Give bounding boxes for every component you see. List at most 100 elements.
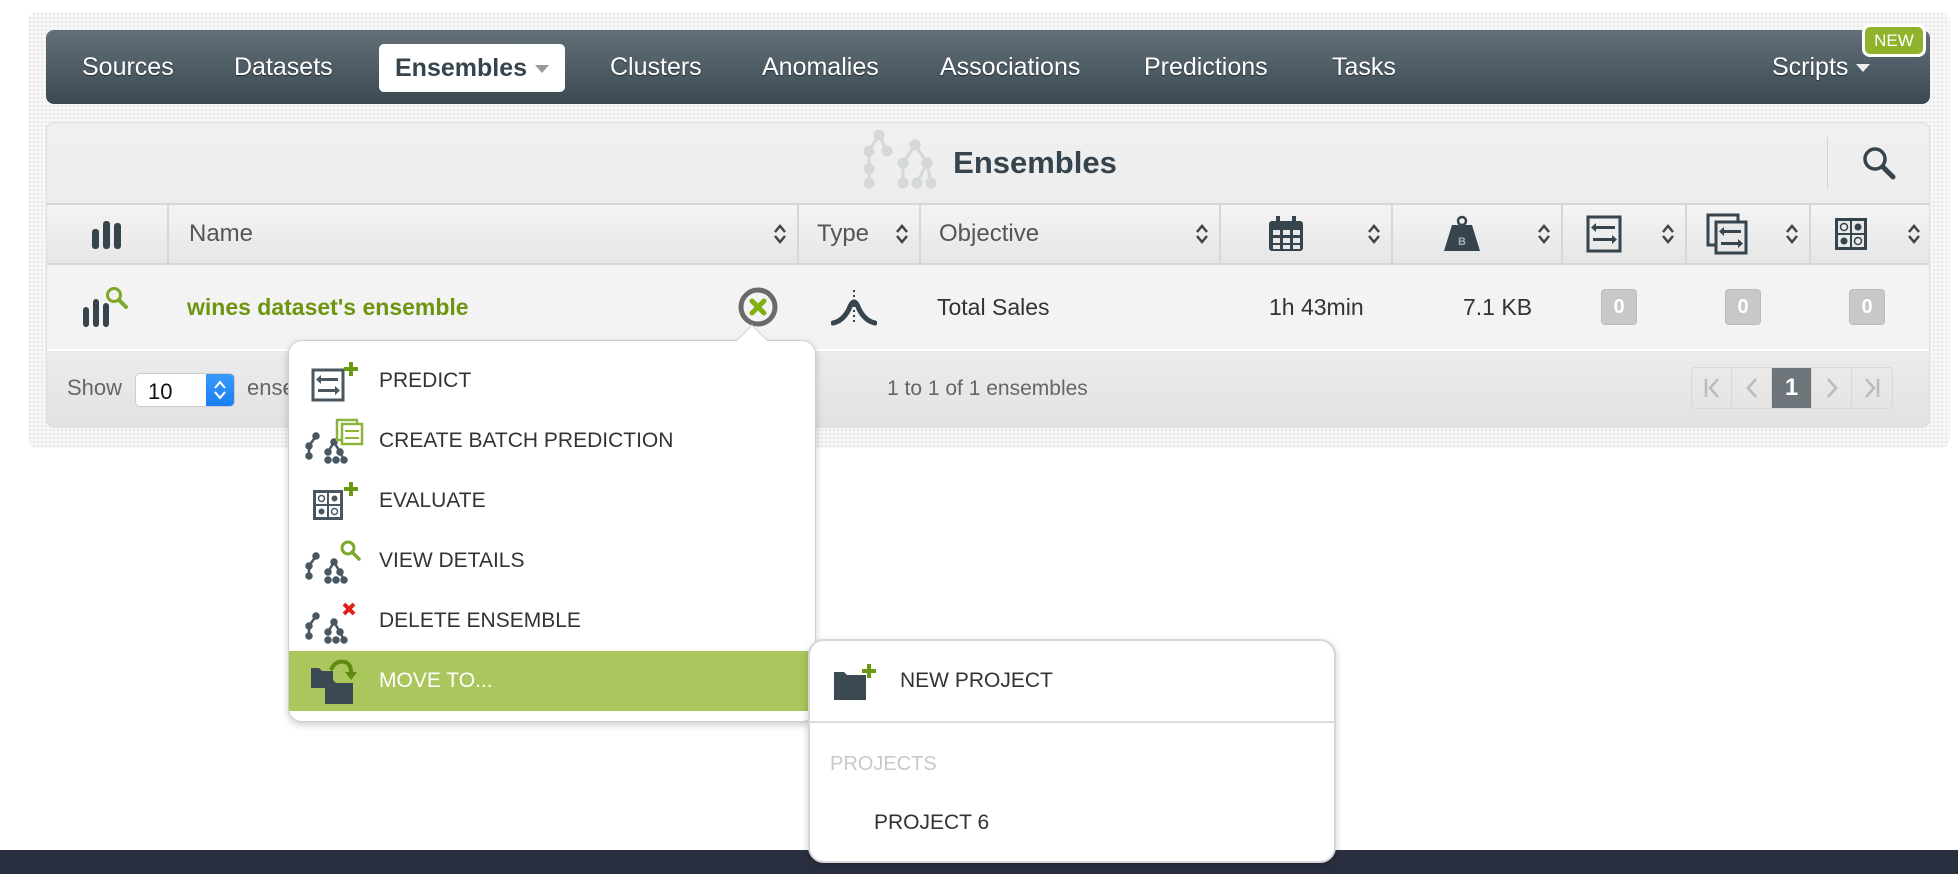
column-label: Type	[817, 220, 870, 247]
column-selector[interactable]	[47, 205, 169, 263]
last-page-button[interactable]	[1852, 368, 1892, 408]
batch-predictions-count-cell: 0	[1725, 265, 1761, 349]
menu-item-label: PREDICT	[379, 369, 472, 392]
nav-sources[interactable]: Sources	[82, 30, 174, 104]
first-page-button[interactable]	[1692, 368, 1732, 408]
nav-label: Tasks	[1332, 52, 1396, 81]
menu-item-label: DELETE ENSEMBLE	[379, 609, 581, 632]
caret-down-icon	[535, 65, 550, 73]
batch-prediction-icon	[289, 418, 379, 464]
count-badge[interactable]: 0	[1849, 289, 1885, 325]
nav-ensembles[interactable]: Ensembles	[379, 44, 566, 92]
bar-chart-search-icon	[83, 287, 128, 327]
nav-datasets[interactable]: Datasets	[234, 30, 333, 104]
sort-icon	[1195, 223, 1209, 252]
page-size-select[interactable]: 10	[135, 373, 235, 407]
next-page-button[interactable]	[1812, 368, 1852, 408]
prev-page-button[interactable]	[1732, 368, 1772, 408]
table-row[interactable]: wines dataset's ensemble Total Sales 1h …	[47, 265, 1929, 351]
search-button[interactable]	[1827, 137, 1929, 189]
ensemble-name-link[interactable]: wines dataset's ensemble	[187, 294, 469, 321]
column-label: Objective	[939, 220, 1040, 247]
show-label: Show	[67, 375, 123, 400]
nav-label: Datasets	[234, 52, 333, 81]
ensemble-icon	[859, 129, 943, 197]
chevron-right-icon	[1826, 378, 1838, 398]
select-arrows-icon	[206, 374, 234, 406]
nav-scripts[interactable]: Scripts	[1772, 30, 1871, 104]
delete-icon	[289, 598, 379, 644]
menu-item-move-to[interactable]: MOVE TO...	[289, 651, 815, 711]
last-page-icon	[1865, 378, 1880, 398]
nav-label: Sources	[82, 52, 174, 81]
size-value: 7.1 KB	[1463, 293, 1533, 320]
evaluation-icon	[1835, 218, 1867, 250]
move-to-submenu: NEW PROJECT PROJECTS PROJECT 6	[808, 639, 1336, 863]
column-name[interactable]: Name	[169, 205, 799, 263]
sort-icon	[773, 223, 787, 252]
nav-label: Predictions	[1144, 52, 1268, 81]
menu-item-evaluate[interactable]: EVALUATE	[289, 471, 815, 531]
sort-icon	[1661, 223, 1675, 252]
objective-value: Total Sales	[937, 293, 1050, 320]
column-evaluations[interactable]	[1811, 205, 1929, 263]
search-icon	[1862, 147, 1895, 180]
new-project-button[interactable]: NEW PROJECT	[810, 641, 1334, 723]
nav-label: Associations	[940, 52, 1081, 81]
regression-icon	[831, 290, 877, 326]
sort-icon	[1537, 223, 1551, 252]
svg-text:B: B	[1458, 236, 1466, 248]
nav-associations[interactable]: Associations	[940, 30, 1080, 104]
sort-icon	[1367, 223, 1381, 252]
sort-icon	[1907, 223, 1921, 252]
sort-icon	[1785, 223, 1799, 252]
predict-icon	[289, 360, 379, 402]
nav-label: Scripts	[1772, 52, 1849, 81]
actions-context-menu: PREDICT CREATE BATCH PREDICTION EVALUATE…	[288, 324, 816, 722]
page-size-value: 10	[148, 379, 173, 404]
menu-item-label: CREATE BATCH PREDICTION	[379, 429, 674, 452]
pagination: 1	[1691, 367, 1893, 409]
bar-chart-icon	[92, 221, 121, 249]
menu-item-delete-ensemble[interactable]: DELETE ENSEMBLE	[289, 591, 815, 651]
nav-label: Anomalies	[762, 52, 879, 81]
column-type[interactable]: Type	[799, 205, 921, 263]
evaluations-count-cell: 0	[1849, 265, 1885, 349]
ensemble-name-cell[interactable]: wines dataset's ensemble	[187, 265, 469, 349]
column-batch-predictions[interactable]	[1687, 205, 1811, 263]
type-cell	[831, 265, 877, 349]
menu-item-label: VIEW DETAILS	[379, 549, 525, 572]
count-badge[interactable]: 0	[1601, 289, 1637, 325]
menu-item-view-details[interactable]: VIEW DETAILS	[289, 531, 815, 591]
panel-title-text: Ensembles	[953, 145, 1117, 180]
column-created[interactable]	[1221, 205, 1393, 263]
menu-item-create-batch-prediction[interactable]: CREATE BATCH PREDICTION	[289, 411, 815, 471]
weight-icon: B	[1444, 215, 1480, 251]
nav-clusters[interactable]: Clusters	[610, 30, 702, 104]
objective-cell: Total Sales	[937, 265, 1050, 349]
menu-item-predict[interactable]: PREDICT	[289, 351, 815, 411]
project-item[interactable]: PROJECT 6	[874, 811, 989, 835]
nav-label: Ensembles	[395, 53, 528, 82]
panel-title: Ensembles	[47, 123, 1929, 203]
page-button-current[interactable]: 1	[1772, 368, 1812, 408]
new-folder-icon	[810, 660, 900, 702]
menu-item-label: MOVE TO...	[379, 669, 493, 692]
count-badge[interactable]: 0	[1725, 289, 1761, 325]
nav-predictions[interactable]: Predictions	[1144, 30, 1268, 104]
column-objective[interactable]: Objective	[921, 205, 1221, 263]
calendar-icon	[1269, 216, 1303, 251]
nav-tasks[interactable]: Tasks	[1332, 30, 1396, 104]
prediction-icon	[1586, 215, 1622, 253]
main-navbar: Sources Datasets Ensembles Clusters Anom…	[46, 30, 1930, 104]
record-count: 1 to 1 of 1 ensembles	[887, 377, 1088, 400]
new-badge: NEW	[1862, 24, 1926, 57]
column-predictions[interactable]	[1563, 205, 1687, 263]
evaluate-icon	[289, 480, 379, 522]
move-icon	[289, 656, 379, 706]
sort-icon	[895, 223, 909, 252]
first-page-icon	[1704, 378, 1719, 398]
column-size[interactable]: B	[1393, 205, 1563, 263]
view-details-button[interactable]	[81, 265, 129, 349]
nav-anomalies[interactable]: Anomalies	[762, 30, 879, 104]
